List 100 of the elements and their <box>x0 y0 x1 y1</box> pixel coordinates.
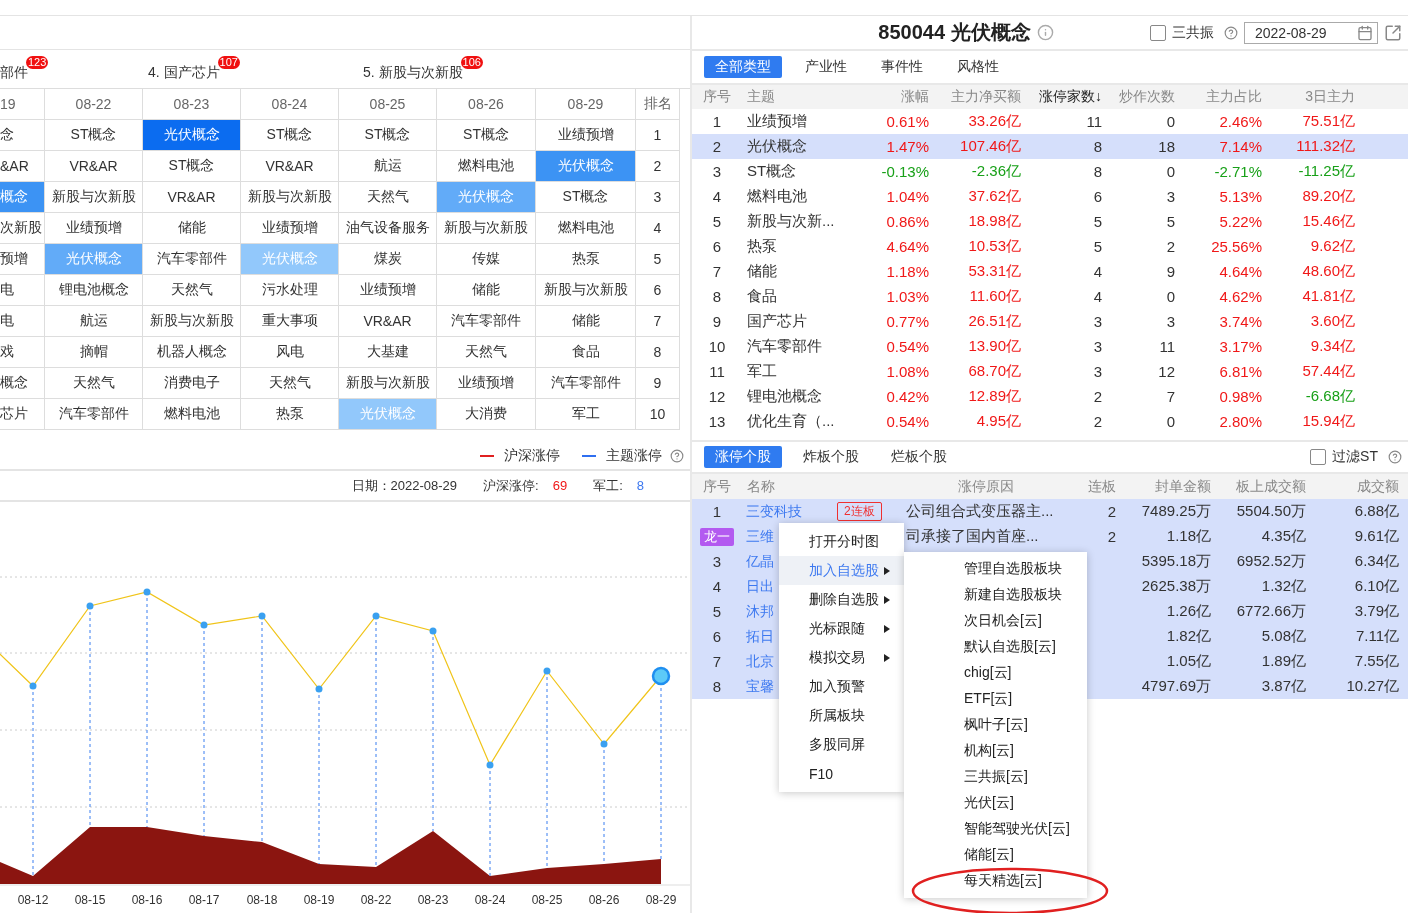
calendar-icon[interactable] <box>1357 24 1373 41</box>
table-cell[interactable]: ST概念 <box>536 182 636 213</box>
filter-tab[interactable]: 全部类型 <box>704 56 782 78</box>
table-cell[interactable]: 热泵 <box>536 244 636 275</box>
table-cell[interactable]: 热泵 <box>241 399 339 430</box>
table-cell[interactable]: 燃料电池 <box>143 399 241 430</box>
filter-tab[interactable]: 事件性 <box>870 56 934 78</box>
table-cell[interactable]: ST概念 <box>143 151 241 182</box>
table-cell[interactable]: 光伏概念 <box>143 120 241 151</box>
menu-item[interactable]: 打开分时图 <box>779 527 904 556</box>
table-cell[interactable]: 念 <box>0 120 45 151</box>
menu-item[interactable]: 储能[云] <box>904 842 1087 868</box>
table-cell[interactable]: &AR <box>0 151 45 182</box>
table-cell[interactable]: 风电 <box>241 337 339 368</box>
filter-tab[interactable]: 炸板个股 <box>792 446 870 468</box>
table-cell[interactable]: 天然气 <box>339 182 437 213</box>
menu-item[interactable]: 默认自选股[云] <box>904 634 1087 660</box>
menu-item[interactable]: 三共振[云] <box>904 764 1087 790</box>
filter-tab[interactable]: 风格性 <box>946 56 1010 78</box>
menu-item[interactable]: 模拟交易 <box>779 643 904 672</box>
menu-item[interactable]: ETF[云] <box>904 686 1087 712</box>
table-cell[interactable]: 新股与次新股 <box>437 213 536 244</box>
table-cell[interactable]: 汽车零部件 <box>45 399 143 430</box>
help-icon[interactable] <box>670 448 684 463</box>
menu-item[interactable]: 光标跟随 <box>779 614 904 643</box>
active-point[interactable] <box>651 666 671 686</box>
help-icon[interactable] <box>1224 25 1238 40</box>
table-row[interactable]: 2 光伏概念 1.47% 107.46亿 8 18 7.14% 111.32亿 <box>692 134 1408 159</box>
menu-item[interactable]: 管理自选股板块 <box>904 556 1087 582</box>
table-cell[interactable]: 汽车零部件 <box>536 368 636 399</box>
menu-item[interactable]: 加入自选股 <box>779 556 904 585</box>
table-cell[interactable]: 储能 <box>143 213 241 244</box>
menu-item[interactable]: 所属板块 <box>779 701 904 730</box>
table-cell[interactable]: ST概念 <box>45 120 143 151</box>
filter-tab[interactable]: 涨停个股 <box>704 446 782 468</box>
menu-item[interactable]: 多股同屏 <box>779 730 904 759</box>
table-cell[interactable]: 芯片 <box>0 399 45 430</box>
table-cell[interactable]: 航运 <box>339 151 437 182</box>
table-cell[interactable]: 新股与次新股 <box>339 368 437 399</box>
menu-item[interactable]: 删除自选股 <box>779 585 904 614</box>
category-tab[interactable]: 5. 新股与次新股 <box>363 64 463 82</box>
menu-item[interactable]: 新建自选股板块 <box>904 582 1087 608</box>
table-cell[interactable]: 电 <box>0 306 45 337</box>
table-cell[interactable]: 电 <box>0 275 45 306</box>
table-cell[interactable]: 新股与次新股 <box>241 182 339 213</box>
menu-item[interactable]: 智能驾驶光伏[云] <box>904 816 1087 842</box>
checkbox[interactable] <box>1150 24 1166 41</box>
table-cell[interactable]: 次新股 <box>0 213 45 244</box>
table-cell[interactable]: 重大事项 <box>241 306 339 337</box>
table-cell[interactable]: 预增 <box>0 244 45 275</box>
table-cell[interactable]: 摘帽 <box>45 337 143 368</box>
table-cell[interactable]: 油气设备服务 <box>339 213 437 244</box>
table-cell[interactable]: 航运 <box>45 306 143 337</box>
table-cell[interactable]: 业绩预增 <box>241 213 339 244</box>
table-cell[interactable]: VR&AR <box>241 151 339 182</box>
column-header[interactable]: 涨停家数↓ <box>1024 88 1105 106</box>
table-cell[interactable]: 天然气 <box>45 368 143 399</box>
table-cell[interactable]: 新股与次新股 <box>143 306 241 337</box>
menu-item[interactable]: 机构[云] <box>904 738 1087 764</box>
table-cell[interactable]: 煤炭 <box>339 244 437 275</box>
table-cell[interactable]: 军工 <box>536 399 636 430</box>
category-tab[interactable]: 部件 <box>0 64 28 82</box>
table-cell[interactable]: 污水处理 <box>241 275 339 306</box>
table-cell[interactable]: 天然气 <box>143 275 241 306</box>
table-cell[interactable]: 汽车零部件 <box>143 244 241 275</box>
table-cell[interactable]: 天然气 <box>437 337 536 368</box>
table-cell[interactable]: 新股与次新股 <box>536 275 636 306</box>
table-cell[interactable]: 大消费 <box>437 399 536 430</box>
table-cell[interactable]: VR&AR <box>143 182 241 213</box>
table-cell[interactable]: 消费电子 <box>143 368 241 399</box>
table-cell[interactable]: 业绩预增 <box>437 368 536 399</box>
info-icon[interactable] <box>1036 24 1054 41</box>
table-cell[interactable]: 机器人概念 <box>143 337 241 368</box>
table-cell[interactable]: 天然气 <box>241 368 339 399</box>
table-cell[interactable]: ST概念 <box>339 120 437 151</box>
category-tab[interactable]: 4. 国产芯片 <box>148 64 220 82</box>
table-cell[interactable]: 概念 <box>0 368 45 399</box>
date-field[interactable]: 2022-08-29 <box>1244 21 1378 44</box>
table-cell[interactable]: 汽车零部件 <box>437 306 536 337</box>
menu-item[interactable]: F10 <box>779 759 904 788</box>
table-cell[interactable]: 新股与次新股 <box>45 182 143 213</box>
table-cell[interactable]: 业绩预增 <box>45 213 143 244</box>
menu-item[interactable]: 加入预警 <box>779 672 904 701</box>
filter-tab[interactable]: 烂板个股 <box>880 446 958 468</box>
table-row[interactable]: 1 三变科技 2连板 公司组合式变压器主... 2 7489.25万 5504.50万 6.88亿 <box>692 499 1408 524</box>
filter-tab[interactable]: 产业性 <box>794 56 858 78</box>
checkbox[interactable] <box>1310 449 1327 465</box>
table-cell[interactable]: 业绩预增 <box>339 275 437 306</box>
popout-icon[interactable] <box>1384 23 1402 42</box>
table-cell[interactable]: 戏 <box>0 337 45 368</box>
help-icon[interactable] <box>1388 450 1402 464</box>
menu-item[interactable]: chig[云] <box>904 660 1087 686</box>
table-cell[interactable]: 储能 <box>536 306 636 337</box>
table-cell[interactable]: 传媒 <box>437 244 536 275</box>
table-cell[interactable]: 燃料电池 <box>536 213 636 244</box>
table-cell[interactable]: ST概念 <box>437 120 536 151</box>
menu-item[interactable]: 枫叶子[云] <box>904 712 1087 738</box>
table-cell[interactable]: VR&AR <box>45 151 143 182</box>
table-cell[interactable]: 储能 <box>437 275 536 306</box>
table-cell[interactable]: 燃料电池 <box>437 151 536 182</box>
